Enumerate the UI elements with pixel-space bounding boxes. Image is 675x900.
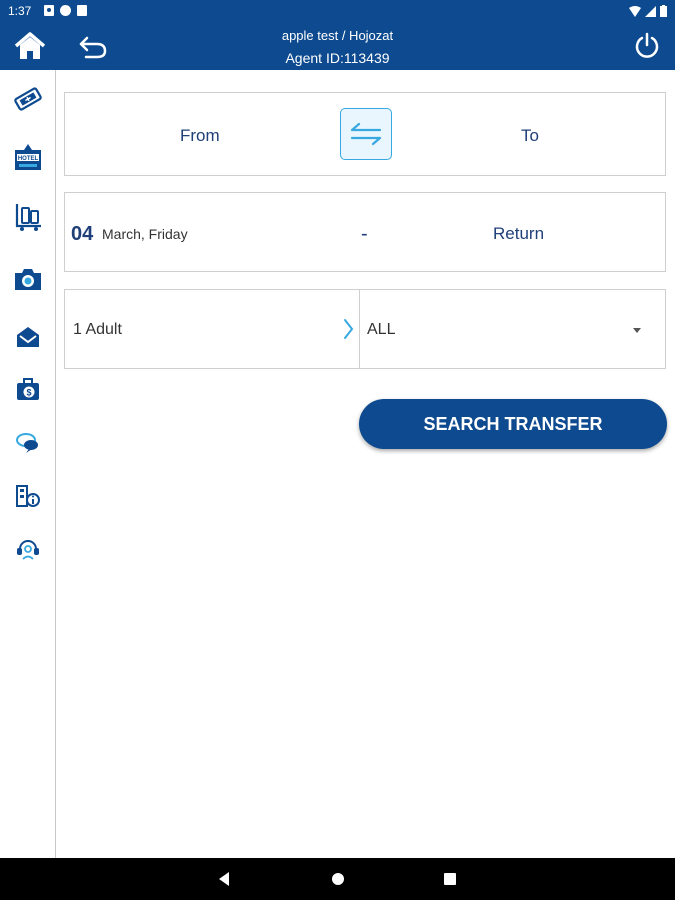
nav-back-icon[interactable] (212, 868, 236, 890)
hotel-icon[interactable]: HOTEL (12, 142, 44, 172)
suitcase-dollar-icon[interactable]: $ (12, 375, 44, 405)
power-icon[interactable] (633, 32, 661, 60)
passengers-field[interactable]: 1 Adult (73, 321, 122, 339)
system-nav-bar (0, 858, 675, 900)
header-user: apple test / Hojozat (281, 28, 394, 43)
to-field[interactable]: To (521, 126, 539, 146)
status-time: 1:37 (8, 4, 32, 18)
svg-text:HOTEL: HOTEL (18, 156, 39, 162)
support-headset-icon[interactable] (12, 534, 44, 564)
app-header: apple test / Hojozat Agent ID:113439 (0, 22, 675, 70)
system-icons (629, 5, 667, 17)
departure-month-day[interactable]: March, Friday (102, 226, 188, 242)
status-bar: 1:37 (0, 0, 675, 22)
notification-icon (60, 5, 71, 16)
passenger-selector: 1 Adult ALL (64, 289, 666, 369)
sd-card-icon (77, 5, 87, 16)
departure-day[interactable]: 04 (71, 223, 93, 246)
chevron-right-icon[interactable] (343, 318, 355, 340)
divider (359, 290, 360, 368)
from-field[interactable]: From (180, 126, 220, 146)
svg-text:$: $ (26, 388, 31, 398)
header-agent-id: Agent ID:113439 (285, 50, 390, 66)
luggage-cart-icon[interactable] (12, 202, 44, 232)
return-date-field[interactable]: Return (493, 224, 544, 244)
camera-icon[interactable] (12, 264, 44, 294)
transfer-type-select[interactable]: ALL (367, 321, 395, 339)
envelope-icon[interactable] (12, 322, 44, 352)
swap-button[interactable] (340, 108, 392, 160)
chat-bubbles-icon[interactable] (12, 428, 44, 458)
date-selector: 04 March, Friday - Return (64, 192, 666, 272)
flight-ticket-icon[interactable] (12, 84, 44, 114)
battery-icon (660, 5, 667, 17)
sidebar: HOTEL $ (0, 70, 56, 858)
wifi-icon (629, 6, 641, 17)
building-info-icon[interactable] (12, 481, 44, 511)
notification-icon (44, 5, 54, 16)
notification-icons (44, 5, 87, 16)
nav-home-icon[interactable] (326, 868, 350, 890)
search-transfer-button[interactable]: SEARCH TRANSFER (359, 399, 667, 449)
signal-icon (645, 6, 656, 17)
swap-arrows-icon (350, 122, 382, 146)
date-separator: - (361, 223, 368, 245)
route-selector: From To (64, 92, 666, 176)
nav-recents-icon[interactable] (438, 868, 462, 890)
dropdown-arrow-icon[interactable] (633, 328, 641, 333)
